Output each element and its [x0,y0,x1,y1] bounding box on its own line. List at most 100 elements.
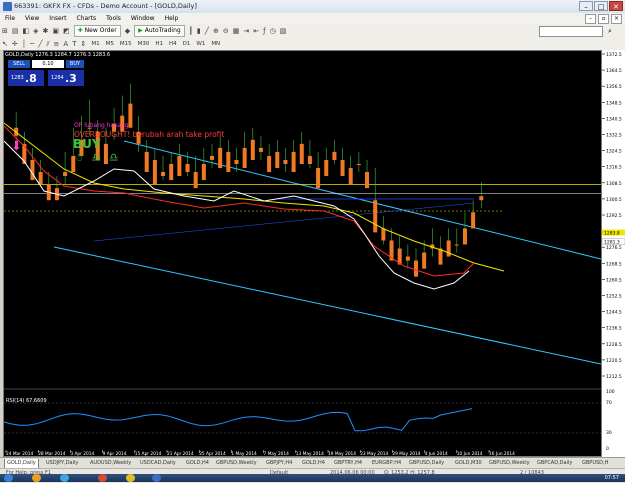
timeframe-m5[interactable]: M5 [106,41,114,47]
timeframe-m30[interactable]: M30 [138,41,150,47]
browser-icon[interactable] [60,474,69,482]
candle-body [250,139,255,160]
tab-gold-h4-2[interactable]: GOLD,H4 [300,459,327,468]
candle-body [283,159,288,164]
timeframe-d1[interactable]: D1 [183,41,191,47]
timeframe-h1[interactable]: H1 [155,41,163,47]
child-minimize-button[interactable]: – [585,14,596,24]
explorer-icon[interactable] [32,474,41,482]
menu-window[interactable]: Window [126,15,160,22]
timeframe-mn[interactable]: MN [211,41,220,47]
candle-body [193,172,198,189]
tab-audusd-weekly[interactable]: AUDUSD,Weekly [88,459,133,468]
market-watch-icon[interactable]: ◧ [23,26,30,36]
price-scale[interactable]: 1372.5 1364.5 1356.5 1348.5 1340.5 1332.5 1324… [602,50,625,457]
candle-body [210,155,214,160]
tab-eurgbp-h4[interactable]: EURGBP,H4 [370,459,403,468]
chart-canvas[interactable]: 24 Mar 2014 28 Mar 2014 3 Apr 2014 9 Apr 20… [4,51,601,456]
timeframe-m1[interactable]: M1 [91,41,99,47]
periods-icon[interactable]: ◷ [270,26,276,36]
text-icon[interactable]: A [63,39,68,49]
vertical-line-icon[interactable]: │ [22,39,26,49]
lot-size-input[interactable]: 0.10 [32,60,64,68]
autotrading-button[interactable]: ▶ AutoTrading [134,25,185,37]
data-window-icon[interactable]: ◈ [33,26,38,36]
tab-gbpusd-weekly[interactable]: GBPUSD,Weekly [214,459,259,468]
navigator-icon[interactable]: ✱ [43,26,49,36]
one-click-trading-panel: SELL 0.10 BUY 1283 .8 1284 .3 [8,60,84,90]
tab-gbpcad-daily[interactable]: GBPCAD,Daily [535,459,574,468]
candle-body [218,147,223,169]
crosshair-icon[interactable]: ✛ [12,39,18,49]
menu-insert[interactable]: Insert [44,15,71,22]
arrows-icon[interactable]: ⇕ [80,39,86,49]
minimize-button[interactable]: – [579,1,593,11]
trendline-icon[interactable]: ╱ [38,39,42,49]
tab-gold-m30[interactable]: GOLD,M30 [453,459,484,468]
templates-icon[interactable]: ▧ [280,26,287,36]
child-close-button[interactable]: × [611,14,622,24]
rsi-line[interactable] [4,408,473,432]
timeframe-m15[interactable]: M15 [120,41,132,47]
chart-shift-icon[interactable]: ⇤ [253,26,259,36]
metatrader-icon[interactable] [152,474,161,482]
search-icon[interactable]: ⌕ [605,26,615,36]
annotation-op[interactable]: OP lubang hasang [74,122,129,129]
timeframe-h4[interactable]: H4 [169,41,177,47]
tab-usdjpy-daily[interactable]: USDJPY,Daily [44,459,80,468]
sell-button[interactable]: SELL [8,60,30,68]
tab-gbpusd-weekly-2[interactable]: GBPUSD,Weekly [487,459,532,468]
date-tick-label: 25 Apr 2014 [199,451,226,456]
candle-body [438,248,443,265]
tab-gbpusd-h[interactable]: GBPUSD,H [580,459,610,468]
candle-body [30,159,35,181]
tab-gold-h4[interactable]: GOLD,H4 [184,459,211,468]
menu-view[interactable]: View [20,15,44,22]
timeframe-w1[interactable]: W1 [196,41,205,47]
channel-lower-line[interactable] [53,246,601,365]
zoom-in-icon[interactable]: ⊕ [213,26,219,36]
candlestick-icon[interactable]: ▮ [197,26,201,36]
maximize-button[interactable]: □ [594,1,608,11]
buy-button[interactable]: BUY [66,60,84,68]
price-tick-label: 1268.5 [606,261,622,267]
profiles-icon[interactable]: ▤ [12,26,19,36]
search-input[interactable] [539,26,603,37]
annotation-buy[interactable]: BUY [73,137,101,151]
terminal-icon[interactable]: ▣ [52,26,59,36]
tab-gbpusd-daily[interactable]: GBPUSD,Daily [407,459,446,468]
ask-price-button[interactable]: 1284 .3 [48,70,84,86]
channel-icon[interactable]: ⫽ [46,39,49,49]
tab-gbptry-h4[interactable]: GBPTRY,H4 [332,459,364,468]
chart-window[interactable]: 24 Mar 2014 28 Mar 2014 3 Apr 2014 9 Apr 20… [3,50,602,457]
down-arrow-icon[interactable]: ⬇ [11,140,22,153]
new-chart-icon[interactable]: ⊞ [2,26,8,36]
chrome-icon[interactable] [126,474,135,482]
price-tick-label: 1244.5 [606,310,622,316]
autoscroll-icon[interactable]: ⇥ [243,26,249,36]
close-button[interactable]: ✕ [609,1,623,11]
bid-price-button[interactable]: 1283 .8 [8,70,44,86]
line-chart-icon[interactable]: ╱ [205,26,209,36]
tab-gbpjpy-h4[interactable]: GBPJPY,H4 [264,459,294,468]
menu-charts[interactable]: Charts [72,15,102,22]
zoom-out-icon[interactable]: ⊖ [223,26,229,36]
annotation-glyphs[interactable]: ☃ ♎ ♎ [74,151,121,164]
metaeditor-icon[interactable]: ◆ [125,26,130,36]
cursor-icon[interactable]: ↖ [2,39,8,49]
tab-usdcad-daily[interactable]: USDCAD,Daily [138,459,178,468]
horizontal-line-icon[interactable]: ─ [30,39,34,49]
indicators-icon[interactable]: ƒ [263,26,265,36]
label-icon[interactable]: T [72,39,76,49]
fibonacci-icon[interactable]: ≡ [54,39,60,49]
media-icon[interactable] [98,474,107,482]
menu-tools[interactable]: Tools [101,15,126,22]
menu-help[interactable]: Help [160,15,184,22]
start-button-icon[interactable] [4,474,13,482]
bar-chart-icon[interactable]: ┃ [189,26,193,36]
tester-icon[interactable]: ◩ [63,26,70,36]
tile-windows-icon[interactable]: ▦ [233,26,240,36]
menu-file[interactable]: File [0,15,20,22]
child-restore-button[interactable]: ▫ [598,14,609,24]
new-order-button[interactable]: ✚ New Order [73,25,121,37]
